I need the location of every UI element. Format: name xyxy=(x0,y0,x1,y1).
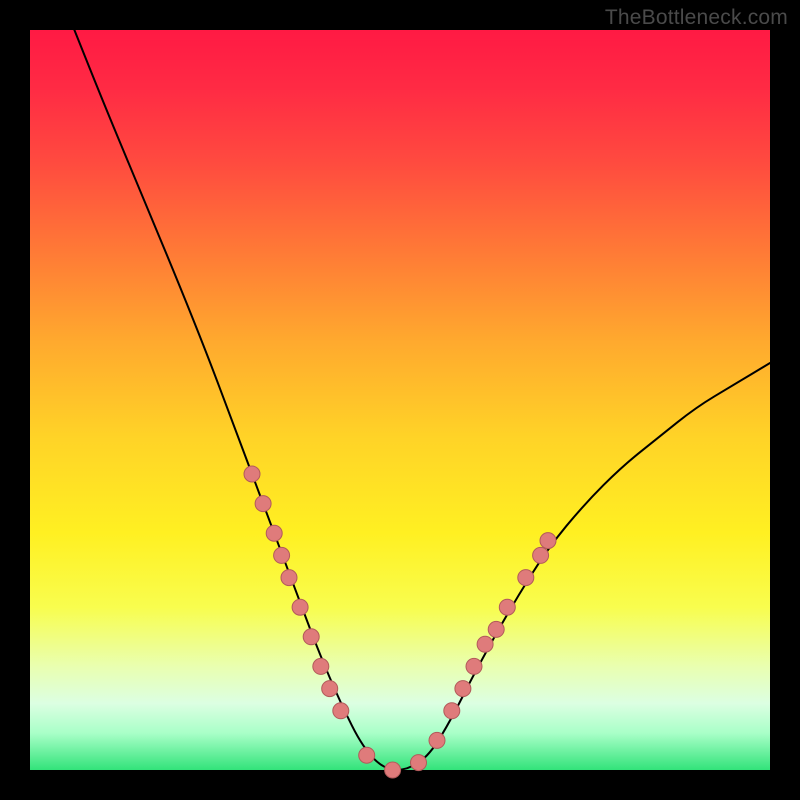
data-marker xyxy=(499,599,515,615)
watermark-text: TheBottleneck.com xyxy=(605,6,788,30)
data-marker xyxy=(466,658,482,674)
data-marker xyxy=(533,547,549,563)
chart-overlay xyxy=(30,30,770,770)
data-marker xyxy=(274,547,290,563)
data-marker xyxy=(385,762,401,778)
data-markers xyxy=(244,466,556,778)
data-marker xyxy=(303,629,319,645)
data-marker xyxy=(429,732,445,748)
data-marker xyxy=(244,466,260,482)
chart-frame: TheBottleneck.com xyxy=(0,0,800,800)
data-marker xyxy=(518,570,534,586)
bottleneck-curve xyxy=(74,30,770,770)
data-marker xyxy=(313,658,329,674)
data-marker xyxy=(444,703,460,719)
data-marker xyxy=(540,533,556,549)
data-marker xyxy=(322,681,338,697)
data-marker xyxy=(266,525,282,541)
data-marker xyxy=(488,621,504,637)
data-marker xyxy=(359,747,375,763)
data-marker xyxy=(455,681,471,697)
data-marker xyxy=(281,570,297,586)
data-marker xyxy=(292,599,308,615)
data-marker xyxy=(477,636,493,652)
data-marker xyxy=(411,755,427,771)
data-marker xyxy=(255,496,271,512)
data-marker xyxy=(333,703,349,719)
